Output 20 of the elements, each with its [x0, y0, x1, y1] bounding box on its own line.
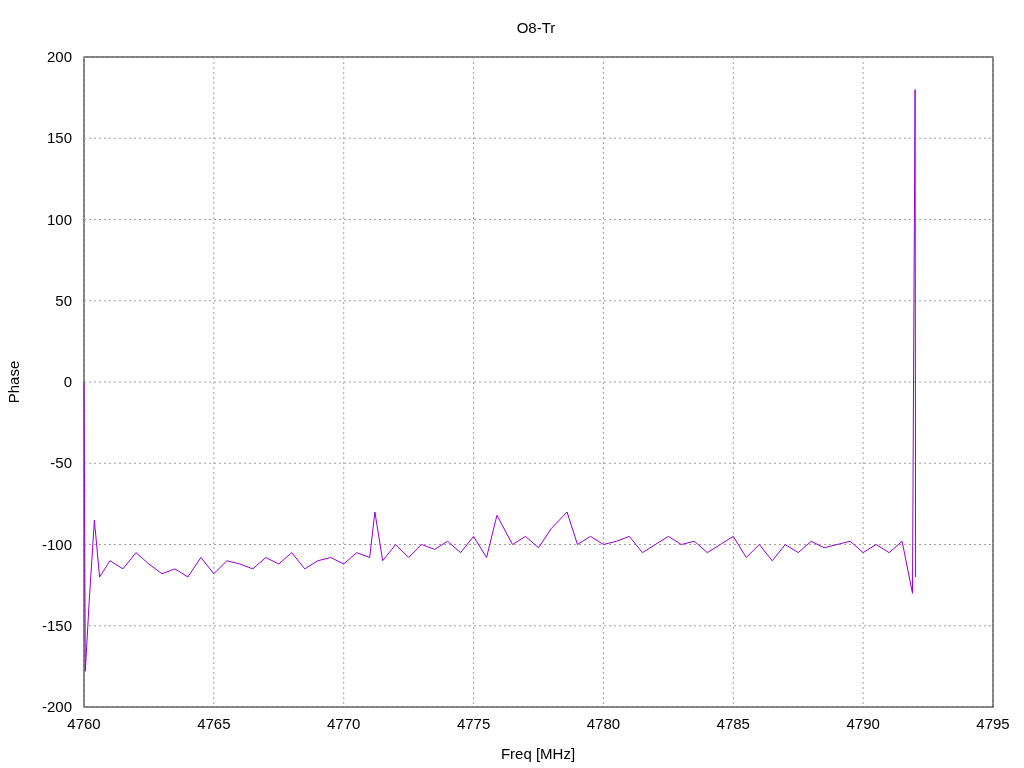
x-tick-label: 4790 — [846, 715, 880, 732]
y-tick-label: 50 — [55, 291, 72, 309]
y-tick-label: -150 — [41, 616, 72, 634]
x-tick-label: 4795 — [976, 715, 1010, 732]
y-tick-label: 200 — [46, 48, 72, 65]
y-axis-label: Phase — [5, 360, 22, 404]
x-axis-label: Freq [MHz] — [500, 745, 576, 762]
x-tick-label: 4760 — [67, 715, 101, 732]
x-tick-label: 4775 — [456, 715, 491, 732]
x-tick-label: 4785 — [716, 715, 750, 732]
y-tick-label: -50 — [50, 454, 72, 472]
x-tick-label: 4765 — [197, 715, 231, 732]
y-tick-label: -100 — [41, 535, 72, 553]
y-tick-label: 150 — [46, 129, 72, 147]
y-tick-label: 0 — [63, 373, 72, 390]
y-tick-label: 100 — [46, 210, 72, 228]
chart-title: O8-Tr — [516, 19, 556, 36]
x-tick-label: 4770 — [327, 715, 361, 732]
x-tick-label: 4780 — [586, 715, 621, 732]
y-tick-label: -200 — [41, 698, 72, 715]
